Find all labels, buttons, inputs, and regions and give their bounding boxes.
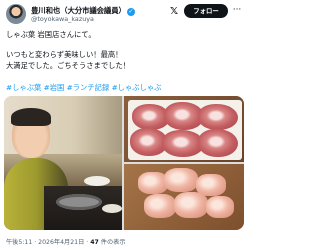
chicken-piece (174, 192, 208, 218)
photo-plate (84, 176, 110, 186)
tweet-media[interactable] (4, 96, 244, 230)
more-icon[interactable]: ··· (232, 4, 242, 18)
photo-person-hair (11, 108, 51, 126)
tweet-footer: 午後5:11 · 2026年4月21日 · 47 件の表示 (6, 237, 242, 246)
avatar[interactable] (6, 4, 26, 24)
photo-selfie[interactable] (4, 96, 122, 230)
user-handle[interactable]: @toyokawa_kazuya (31, 15, 94, 23)
chicken-piece (144, 194, 176, 218)
chicken-piece (164, 168, 198, 192)
timestamp[interactable]: 午後5:11 · 2026年4月21日 · (6, 239, 90, 246)
photo-pork-slices[interactable] (124, 96, 244, 162)
tweet-text: しゃぶ葉 岩国店さんにて。 いつもと変わらず美味しい！最高！ 大満足でした。ごち… (6, 30, 131, 70)
follow-button[interactable]: フォロー (184, 4, 228, 18)
hashtag-links[interactable]: #しゃぶ葉 #岩国 #ランチ記録 #しゃぶしゃぶ (6, 83, 242, 93)
views-label: 件の表示 (98, 239, 126, 246)
meat-slice (198, 104, 238, 130)
photo-plate (102, 204, 122, 213)
verified-icon: ✓ (126, 8, 135, 16)
x-logo-icon[interactable]: 𝕏 (170, 7, 179, 17)
photo-hotpot (56, 194, 102, 210)
views-count: 47 (90, 239, 99, 246)
chicken-piece (206, 196, 234, 218)
photo-chicken[interactable] (124, 164, 244, 230)
tweet-header: 豊川和也（大分市議会議員） ✓ @toyokawa_kazuya 𝕏 フォロー ·… (6, 4, 242, 28)
display-name-text[interactable]: 豊川和也（大分市議会議員） (31, 6, 126, 15)
meat-slice (198, 129, 238, 157)
photo-tray (128, 100, 242, 160)
